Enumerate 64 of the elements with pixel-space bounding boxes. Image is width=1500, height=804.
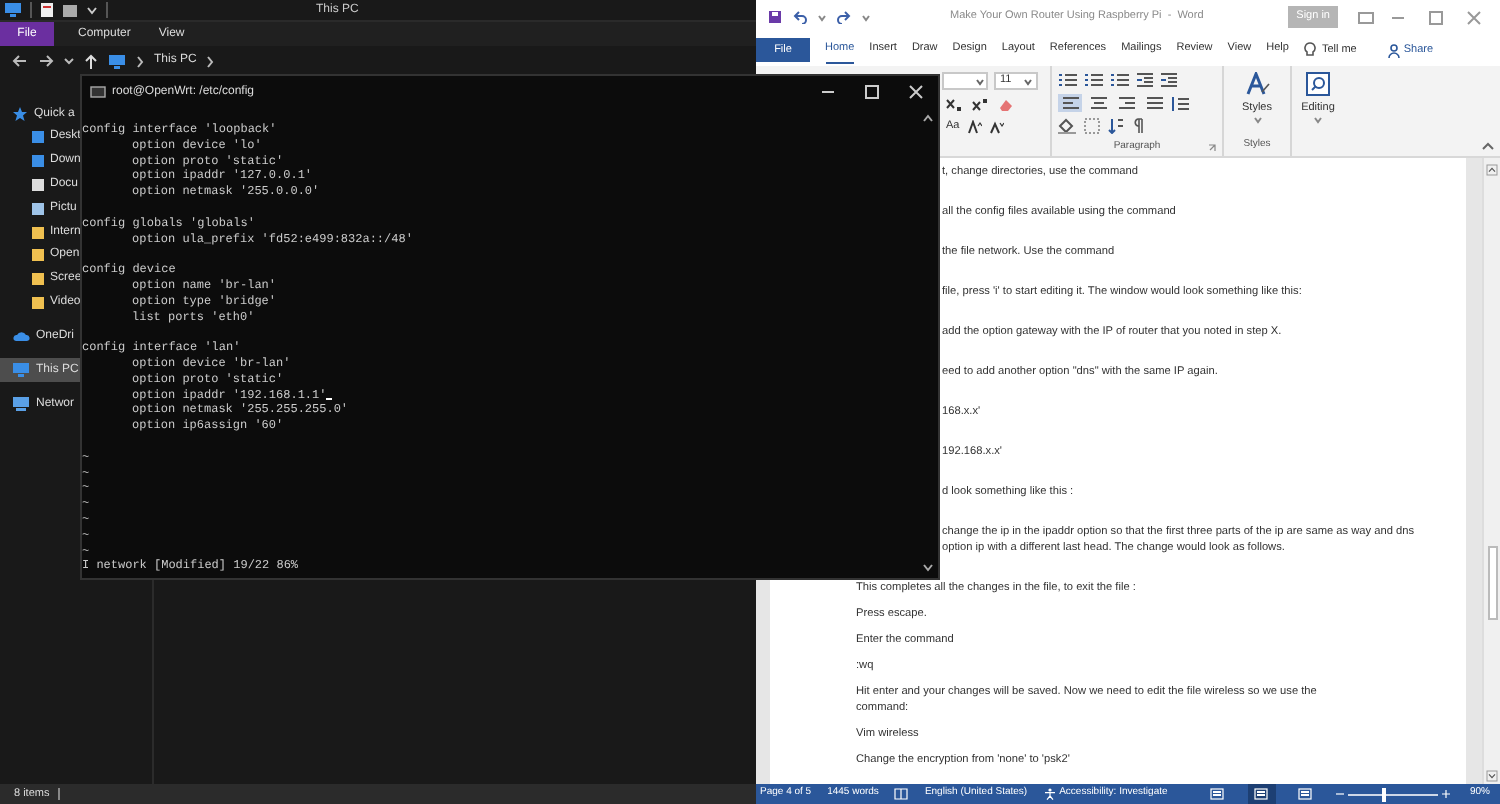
caret-down-icon[interactable] [64,56,74,66]
superscript-icon[interactable] [972,97,988,111]
alignment-button[interactable] [1142,94,1166,112]
chevron-right-icon[interactable] [206,55,215,67]
zoom-slider-thumb[interactable] [1381,787,1386,801]
save-icon[interactable] [768,10,782,24]
book-icon[interactable] [894,788,909,800]
dialog-launcher-icon[interactable] [1208,143,1216,152]
decrease-indent-icon[interactable] [1136,72,1154,88]
caret-down-icon [1024,77,1032,85]
zoom-in-icon[interactable] [1441,790,1450,798]
ribbon-display-icon[interactable] [1358,11,1374,23]
pilcrow-icon[interactable] [1132,118,1144,134]
font-name-field[interactable] [942,72,988,90]
increase-indent-icon[interactable] [1160,72,1178,88]
redo-icon[interactable] [836,10,852,24]
print-layout-icon [1254,788,1269,800]
focus-mode-icon [1210,788,1225,800]
scroll-down-icon[interactable] [1486,770,1498,782]
star-icon [12,106,28,122]
sort-icon[interactable] [1108,118,1124,134]
subscript-icon[interactable] [946,97,962,111]
eraser-icon[interactable] [998,97,1014,111]
alignment-button[interactable] [1114,94,1138,112]
scroll-up-icon[interactable] [922,114,934,122]
scroll-up-icon[interactable] [1486,164,1498,176]
forward-arrow-icon[interactable] [38,54,54,68]
view-button[interactable] [1247,784,1276,804]
computer-icon [108,53,126,69]
collapse-ribbon-icon[interactable] [1482,142,1494,150]
back-arrow-icon[interactable] [12,54,28,68]
document-icon[interactable] [40,2,54,18]
caret-down-icon [976,77,984,85]
accessibility-icon[interactable] [1043,788,1056,800]
borders-icon[interactable] [1084,118,1100,134]
align-right-icon [1117,96,1135,110]
scroll-down-icon[interactable] [922,564,934,572]
scrollbar[interactable] [1482,158,1500,784]
computer-icon[interactable] [4,2,22,18]
line-spacing-icon[interactable] [1170,95,1190,111]
alignment-button[interactable] [1086,94,1110,112]
cloud-icon [12,330,30,343]
text-cursor [326,397,333,401]
align-left-icon [1061,96,1079,110]
terminal-icon [90,86,106,98]
styles-icon [1245,72,1269,96]
zoom-out-icon[interactable] [1335,790,1344,798]
folder-icon[interactable] [62,2,78,18]
person-icon[interactable] [1387,43,1400,57]
alignment-button[interactable] [1058,94,1082,112]
chevron-right-icon [136,55,144,67]
align-center-icon [1089,96,1107,110]
network-icon [12,396,30,413]
undo-icon[interactable] [792,10,808,24]
web-layout-icon [1298,788,1313,800]
shrink-font-icon[interactable] [989,119,1004,133]
search-icon [1310,76,1326,92]
computer-icon [12,362,30,379]
grow-font-icon[interactable] [967,119,982,133]
justify-icon [1145,96,1163,110]
lightbulb-icon[interactable] [1303,42,1316,58]
up-arrow-icon[interactable] [84,53,98,69]
caret-down-icon[interactable] [86,4,98,16]
shading-icon[interactable] [1058,118,1076,134]
